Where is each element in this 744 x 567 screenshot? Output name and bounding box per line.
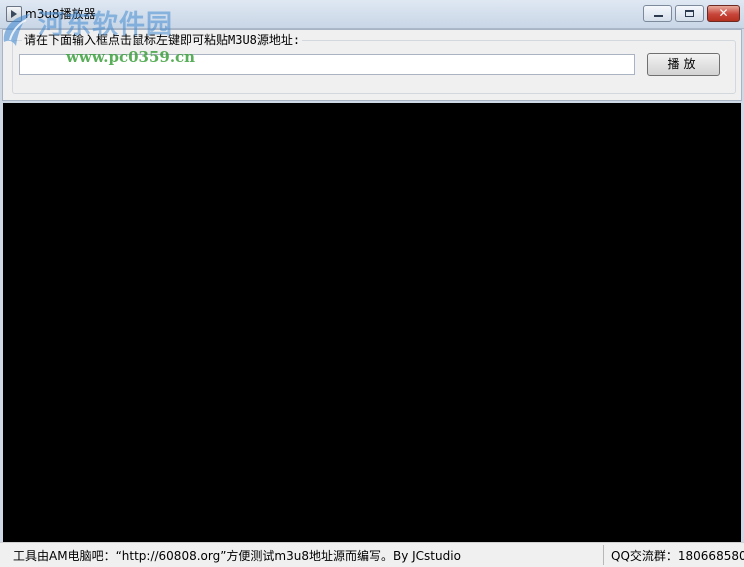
close-icon: ✕ <box>718 6 729 20</box>
watermark-url: www.pc0359.cn <box>66 48 196 66</box>
status-qq-group-text: QQ交流群：180668580 <box>611 549 744 563</box>
watermark-logo-icon <box>3 14 30 46</box>
watermark-title: 河东软件园 <box>38 10 174 40</box>
maximize-icon <box>685 10 694 17</box>
close-button[interactable]: ✕ <box>707 5 740 22</box>
minimize-icon <box>654 15 663 17</box>
status-separator <box>603 545 604 565</box>
status-credit-text: 工具由AM电脑吧：“http://60808.org”方便测试m3u8地址源而编… <box>13 549 461 563</box>
video-display-area[interactable] <box>3 103 741 542</box>
minimize-button[interactable] <box>643 5 672 22</box>
maximize-button[interactable] <box>675 5 704 22</box>
play-button[interactable]: 播放 <box>647 53 720 76</box>
status-bar: 工具由AM电脑吧：“http://60808.org”方便测试m3u8地址源而编… <box>0 542 744 567</box>
